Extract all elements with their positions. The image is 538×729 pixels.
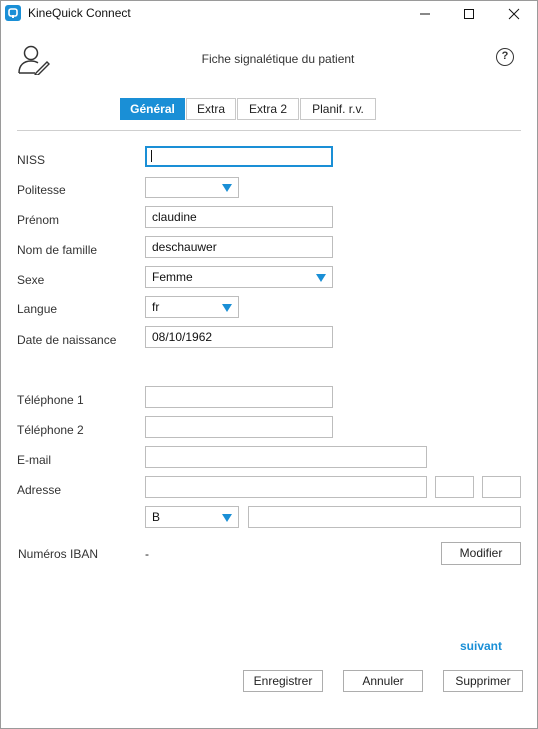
tab-general[interactable]: Général: [120, 98, 185, 120]
nom-input[interactable]: deschauwer: [145, 236, 333, 258]
langue-select[interactable]: fr: [145, 296, 239, 318]
tel1-label: Téléphone 1: [17, 393, 84, 407]
tab-extra-2[interactable]: Extra 2: [237, 98, 299, 120]
house-number-input[interactable]: [435, 476, 474, 498]
tab-extra[interactable]: Extra: [186, 98, 236, 120]
maximize-icon: [464, 9, 474, 19]
iban-label: Numéros IBAN: [18, 547, 99, 561]
tel1-input[interactable]: [145, 386, 333, 408]
locality-input[interactable]: [248, 506, 521, 528]
naissance-input[interactable]: 08/10/1962: [145, 326, 333, 348]
chevron-down-icon: [316, 274, 326, 282]
tab-bar: Général Extra Extra 2 Planif. r.v.: [120, 98, 377, 120]
maximize-button[interactable]: [447, 0, 491, 28]
naissance-label: Date de naissance: [17, 333, 117, 347]
page-title: Fiche signalétique du patient: [201, 52, 355, 66]
sexe-select[interactable]: Femme: [145, 266, 333, 288]
title-bar: KineQuick Connect: [0, 0, 538, 28]
street-input[interactable]: [145, 476, 427, 498]
minimize-button[interactable]: [403, 0, 447, 28]
cancel-button[interactable]: Annuler: [343, 670, 423, 692]
niss-label: NISS: [17, 153, 46, 167]
help-icon[interactable]: ?: [496, 48, 514, 66]
minimize-icon: [420, 13, 430, 15]
iban-value: -: [145, 547, 149, 561]
close-button[interactable]: [492, 0, 536, 28]
politesse-label: Politesse: [17, 183, 66, 197]
country-select[interactable]: B: [145, 506, 239, 528]
langue-label: Langue: [17, 302, 58, 316]
close-icon: [508, 8, 520, 20]
chevron-down-icon: [222, 184, 232, 192]
nom-label: Nom de famille: [17, 243, 98, 257]
divider: [17, 130, 521, 131]
modify-iban-button[interactable]: Modifier: [441, 542, 521, 565]
text-cursor: [151, 149, 152, 162]
tab-planif-rv[interactable]: Planif. r.v.: [300, 98, 376, 120]
tel2-input[interactable]: [145, 416, 333, 438]
chevron-down-icon: [222, 514, 232, 522]
email-label: E-mail: [17, 453, 52, 467]
next-link[interactable]: suivant: [460, 639, 502, 653]
adresse-label: Adresse: [17, 483, 62, 497]
prenom-input[interactable]: claudine: [145, 206, 333, 228]
sexe-label: Sexe: [17, 273, 45, 287]
chevron-down-icon: [222, 304, 232, 312]
prenom-label: Prénom: [17, 213, 60, 227]
tel2-label: Téléphone 2: [17, 423, 84, 437]
email-input[interactable]: [145, 446, 427, 468]
delete-button[interactable]: Supprimer: [443, 670, 523, 692]
politesse-select[interactable]: [145, 177, 239, 198]
app-logo-icon: [5, 5, 21, 21]
window-title: KineQuick Connect: [28, 6, 131, 20]
save-button[interactable]: Enregistrer: [243, 670, 323, 692]
box-number-input[interactable]: [482, 476, 521, 498]
niss-input[interactable]: [145, 146, 333, 167]
